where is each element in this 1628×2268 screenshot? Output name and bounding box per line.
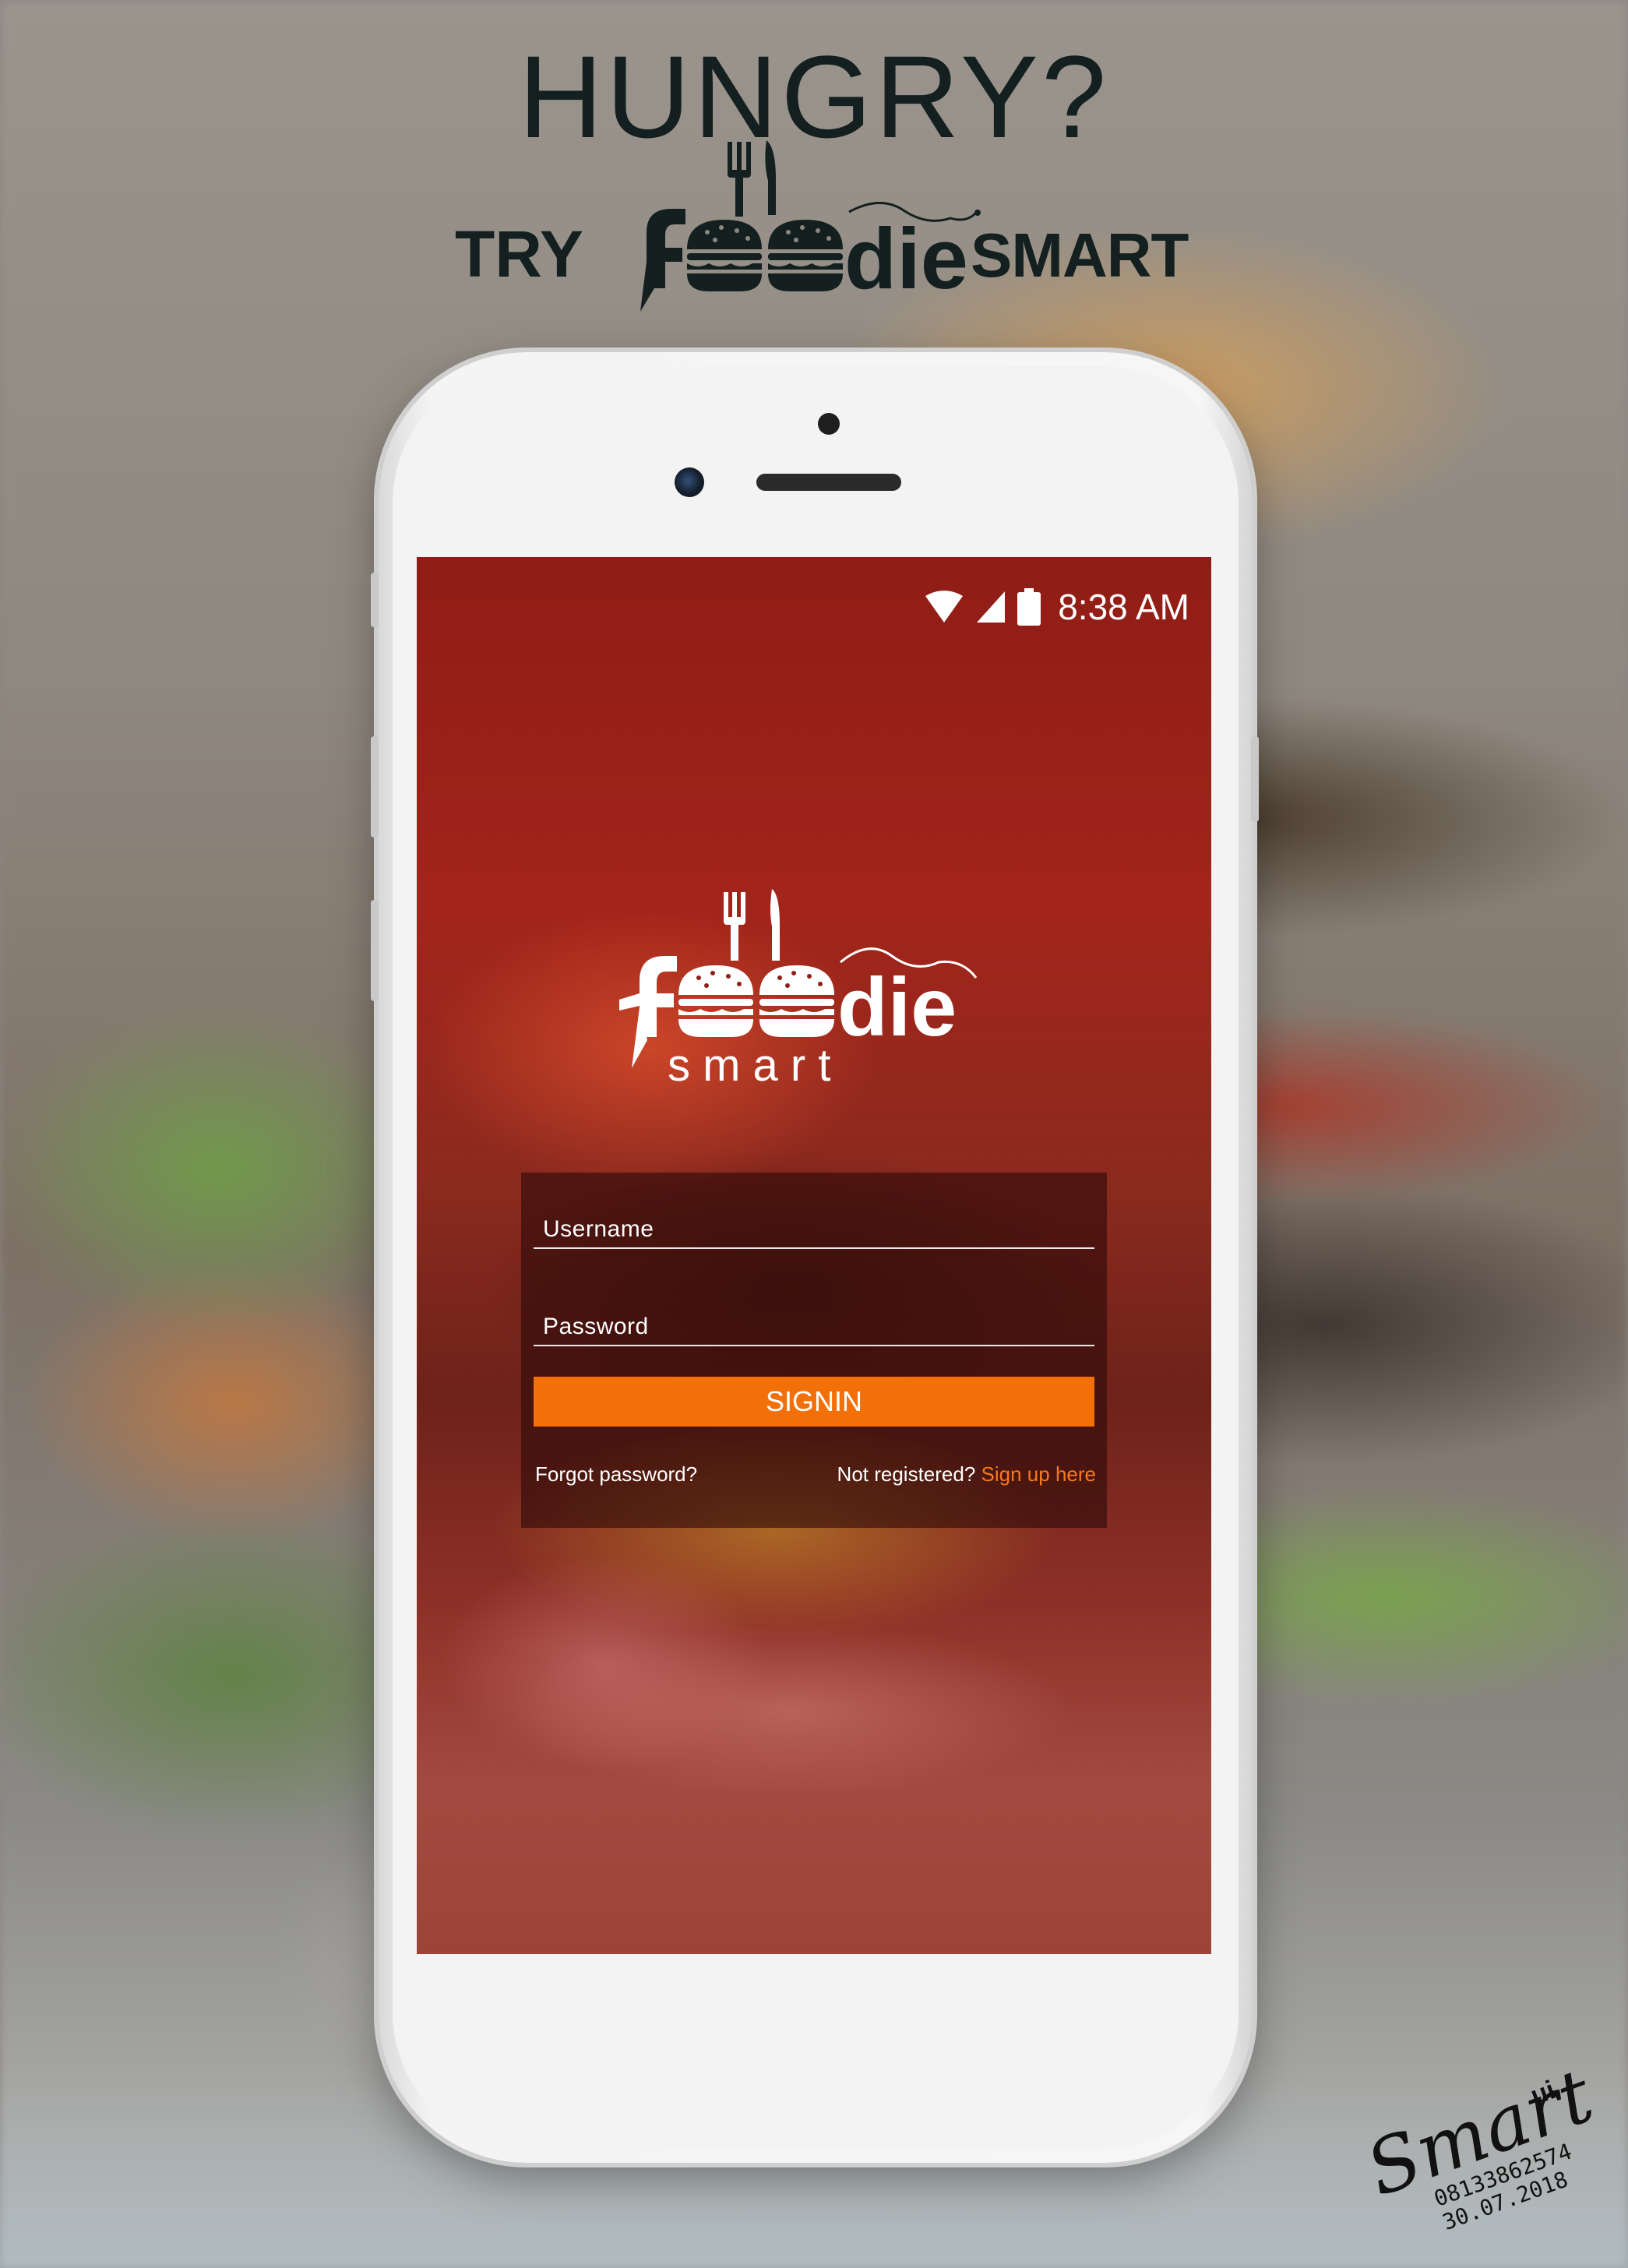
foodie-smart-logo: die s m a r t [619, 889, 978, 1091]
logo-die-text: die [837, 961, 957, 1053]
phone-screen: 8:38 AM die s m a r t Username Password … [417, 557, 1211, 1954]
smart-label: SMART [971, 220, 1189, 290]
earpiece-speaker [756, 474, 901, 491]
svg-text:die: die [844, 211, 968, 307]
volume-down-button [371, 900, 379, 1001]
password-input[interactable]: Password [534, 1303, 1094, 1346]
username-input[interactable]: Username [534, 1205, 1094, 1249]
username-placeholder: Username [543, 1216, 654, 1242]
wifi-icon [925, 591, 964, 623]
volume-up-button [371, 736, 379, 838]
forgot-password-link[interactable]: Forgot password? [535, 1462, 697, 1487]
power-button [1251, 736, 1259, 822]
proximity-sensor [818, 413, 840, 435]
foodie-logo-dark: die [640, 140, 981, 312]
front-camera-icon [675, 467, 704, 497]
status-time: 8:38 AM [1058, 587, 1189, 627]
not-registered-text: Not registered? [837, 1462, 976, 1486]
cell-signal-icon [977, 591, 1006, 623]
register-prompt: Not registered? Sign up here [837, 1462, 1096, 1487]
status-bar: 8:38 AM [924, 587, 1189, 627]
password-placeholder: Password [543, 1314, 649, 1339]
battery-icon [1017, 588, 1041, 626]
try-label: TRY [455, 217, 583, 291]
signin-button[interactable]: SIGNIN [534, 1377, 1094, 1427]
poster-tagline: TRY die SMART [0, 132, 1628, 319]
signup-link[interactable]: Sign up here [981, 1462, 1096, 1486]
logo-smart-text: s m a r t [668, 1040, 830, 1091]
login-form: Username Password SIGNIN Forgot password… [521, 1173, 1107, 1528]
smartui-signature: Smart ui 081338625​74 30.07.2018 [1355, 2065, 1604, 2235]
mute-switch [371, 573, 379, 627]
